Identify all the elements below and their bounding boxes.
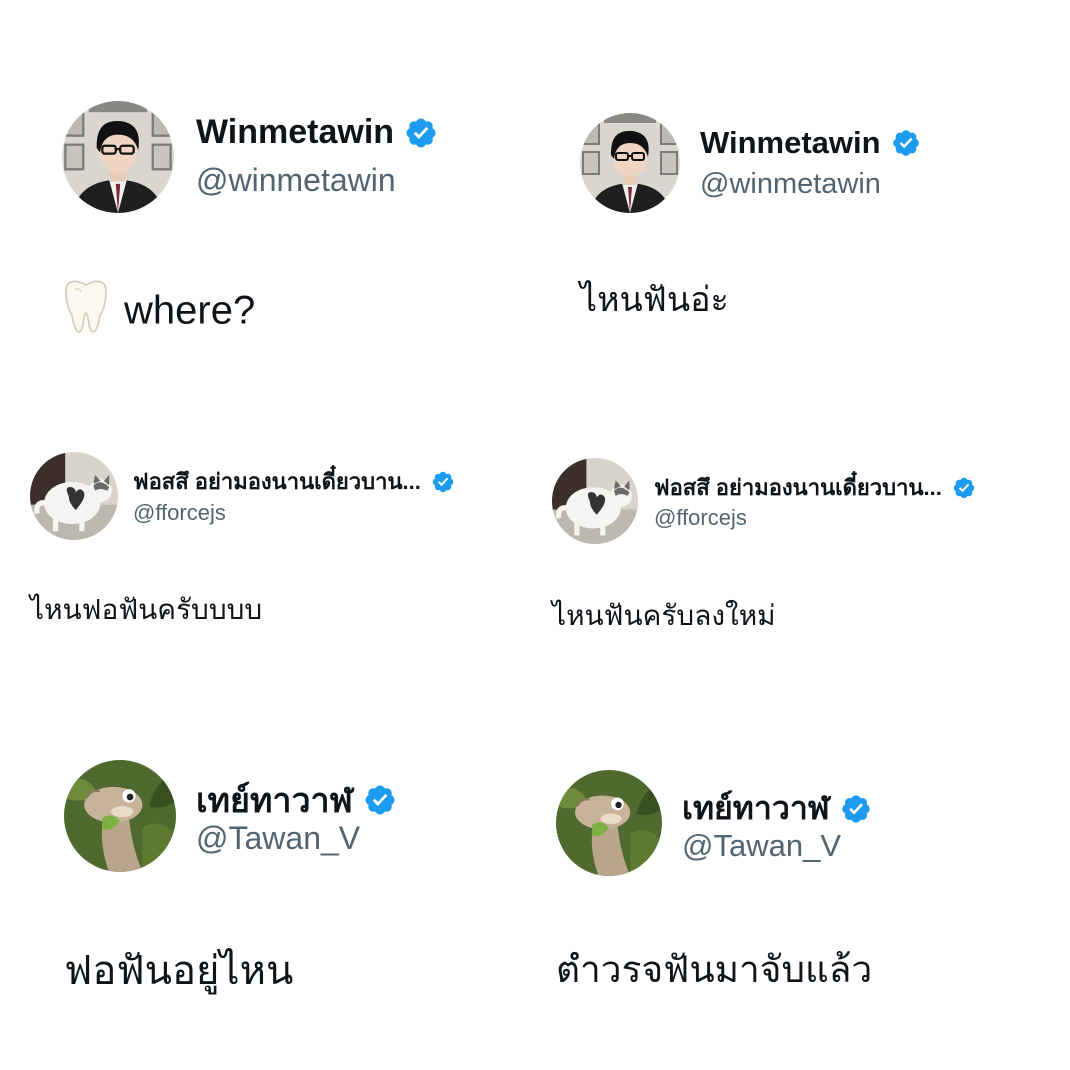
cat-avatar[interactable]	[30, 452, 118, 540]
user-handle[interactable]: @winmetawin	[700, 168, 881, 201]
tweet-text: where?	[62, 278, 255, 344]
display-name[interactable]: เทย์ทาวาฬ	[196, 773, 397, 827]
display-name-text: ฟอสสึ อย่ามองนานเดี๋ยวบาน...	[133, 469, 421, 494]
dinosaur-avatar[interactable]	[64, 760, 176, 872]
dinosaur-avatar[interactable]	[556, 770, 662, 876]
display-name-text: Winmetawin	[700, 125, 881, 160]
display-name-text: ฟอสสึ อย่ามองนานเดี๋ยวบาน...	[654, 475, 942, 500]
display-name[interactable]: Winmetawin	[700, 125, 921, 161]
verified-badge-icon	[363, 783, 397, 817]
user-handle[interactable]: @Tawan_V	[196, 820, 360, 857]
tweet-text: ไหนฟอฟันครับบบบ	[30, 594, 263, 625]
verified-badge-icon	[404, 116, 438, 150]
user-handle[interactable]: @fforcejs	[133, 500, 226, 526]
tooth-emoji-icon	[62, 278, 110, 344]
person-avatar[interactable]	[62, 101, 174, 213]
tweet-text: ฟอฟันอยู่ไหน	[64, 949, 294, 993]
tweet-text: ตำวรจฟันมาจับแล้ว	[556, 949, 873, 990]
tweet-text-content: where?	[124, 288, 256, 333]
verified-badge-icon	[891, 128, 921, 158]
user-handle[interactable]: @Tawan_V	[682, 828, 841, 864]
display-name-text: Winmetawin	[196, 113, 395, 151]
cat-avatar[interactable]	[552, 458, 638, 544]
display-name[interactable]: ฟอสสึ อย่ามองนานเดี๋ยวบาน...	[133, 464, 455, 499]
display-name-text: เทย์ทาวาฬ	[196, 782, 353, 820]
tweet-text: ไหนฟันครับลงใหม่	[552, 600, 776, 631]
tweet-text: ไหนฟันอ่ะ	[580, 281, 729, 319]
display-name[interactable]: ฟอสสึ อย่ามองนานเดี๋ยวบาน...	[654, 470, 976, 505]
display-name[interactable]: เทย์ทาวาฬ	[682, 783, 872, 834]
display-name-text: เทย์ทาวาฬ	[682, 790, 830, 826]
verified-badge-icon	[952, 476, 976, 500]
person-avatar[interactable]	[580, 113, 680, 213]
user-handle[interactable]: @winmetawin	[196, 162, 396, 199]
user-handle[interactable]: @fforcejs	[654, 505, 747, 531]
verified-badge-icon	[431, 470, 455, 494]
display-name[interactable]: Winmetawin	[196, 113, 438, 152]
verified-badge-icon	[840, 793, 872, 825]
